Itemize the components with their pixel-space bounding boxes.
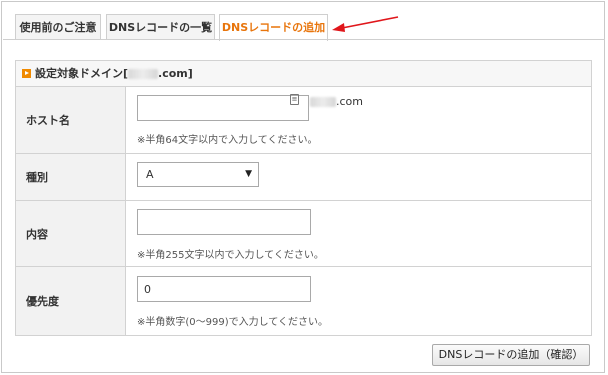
row-host-name: ホスト名 ≡ .com ※半角64文字以内で入力してください。: [16, 87, 591, 154]
priority-input[interactable]: [137, 276, 311, 302]
row-priority: 優先度 ※半角数字(0〜999)で入力してください。: [16, 267, 591, 335]
priority-label: 優先度: [16, 267, 126, 335]
host-name-hint: ※半角64文字以内で入力してください。: [137, 135, 318, 146]
tab-precautions[interactable]: 使用前のご注意: [15, 14, 101, 39]
tab-underline: [3, 39, 605, 40]
redacted-domain-suffix: [310, 97, 336, 107]
host-name-input[interactable]: [137, 95, 309, 121]
record-type-label: 種別: [16, 154, 126, 200]
content-label: 内容: [16, 201, 126, 266]
priority-hint: ※半角数字(0〜999)で入力してください。: [137, 317, 329, 328]
record-type-select[interactable]: A ▼: [137, 162, 259, 187]
record-type-selected-value: A: [146, 168, 154, 181]
content-input[interactable]: [137, 209, 311, 235]
tab-add-dns-record[interactable]: DNSレコードの追加: [219, 14, 328, 41]
red-arrow-annotation: [332, 16, 399, 32]
section-bullet-icon: [22, 69, 31, 78]
row-record-type: 種別 A ▼: [16, 154, 591, 201]
dropdown-arrow-icon: ▼: [245, 169, 252, 179]
domain-suffix: .com: [310, 95, 363, 108]
row-content: 内容 ※半角255文字以内で入力してください。: [16, 201, 591, 267]
content-hint: ※半角255文字以内で入力してください。: [137, 250, 324, 261]
dns-add-form-panel: 設定対象ドメイン[.com] ホスト名 ≡ .com ※半角64文字以内で入力し…: [15, 60, 592, 336]
tab-dns-record-list[interactable]: DNSレコードの一覧: [106, 14, 215, 39]
target-domain-title: 設定対象ドメイン[.com]: [35, 67, 193, 80]
host-name-label: ホスト名: [16, 87, 126, 153]
window-frame: 使用前のご注意 DNSレコードの一覧 DNSレコードの追加 設定対象ドメイン[.…: [1, 1, 605, 373]
add-dns-record-confirm-button[interactable]: DNSレコードの追加（確認）: [432, 344, 590, 366]
panel-header: 設定対象ドメイン[.com]: [16, 61, 591, 87]
redacted-domain: [128, 69, 159, 79]
input-assist-icon[interactable]: ≡: [290, 94, 299, 105]
